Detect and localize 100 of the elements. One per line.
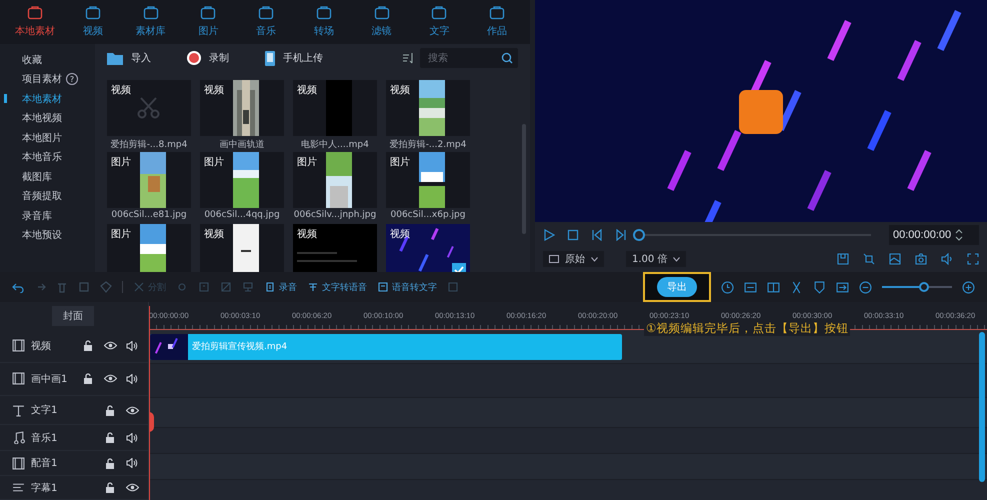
media-thumbnail[interactable]: 图片: [107, 152, 191, 208]
media-thumbnail[interactable]: 图片: [293, 152, 377, 208]
sidebar-item[interactable]: 音频提取: [22, 189, 62, 204]
search-icon[interactable]: [501, 52, 513, 64]
stop-icon[interactable]: [567, 229, 579, 241]
media-thumbnail[interactable]: 视频: [293, 80, 377, 136]
zoom-in-icon[interactable]: [962, 280, 975, 294]
lock-icon[interactable]: [105, 432, 115, 444]
play-icon[interactable]: [543, 229, 555, 241]
volume-icon[interactable]: [941, 253, 953, 265]
previous-frame-icon[interactable]: [591, 229, 603, 241]
nav-tab[interactable]: 音乐: [241, 0, 291, 44]
tab-icon: [489, 6, 505, 20]
media-thumbnail[interactable]: 视频: [386, 224, 470, 272]
media-type-label: 视频: [390, 84, 410, 97]
image-icon[interactable]: [889, 253, 901, 265]
file-name: 006cSil...x6p.jpg: [390, 210, 466, 220]
nav-tab[interactable]: 本地素材: [10, 0, 60, 44]
sidebar-item[interactable]: 项目素材: [22, 72, 62, 86]
clock-icon[interactable]: [721, 280, 734, 294]
media-thumbnail[interactable]: 视频: [293, 224, 377, 272]
eye-icon[interactable]: [104, 374, 116, 384]
nav-tab[interactable]: 视频: [68, 0, 118, 44]
toolbar-button[interactable]: 手机上传: [265, 50, 323, 66]
playhead-marker[interactable]: [149, 412, 154, 432]
nav-tab[interactable]: 图片: [183, 0, 234, 44]
shield-icon[interactable]: [813, 280, 826, 294]
search-field[interactable]: 搜索: [420, 48, 518, 68]
tool-icon: [176, 281, 188, 293]
media-thumbnail[interactable]: 图片: [107, 224, 191, 272]
toolbar-button[interactable]: 导入: [107, 51, 151, 65]
scrollbar[interactable]: [979, 332, 985, 482]
camera-icon[interactable]: [915, 253, 927, 265]
scissors-icon: [136, 95, 162, 121]
spinner-icon[interactable]: [955, 229, 964, 241]
sort-icon[interactable]: [402, 52, 414, 64]
nav-tab[interactable]: 素材库: [126, 0, 176, 44]
fullscreen-icon[interactable]: [967, 253, 979, 265]
media-thumbnail[interactable]: 视频: [200, 80, 284, 136]
track-name: 视频: [31, 340, 51, 353]
sidebar-item[interactable]: 本地图片: [22, 130, 62, 145]
record-icon: [187, 51, 201, 65]
annotation-text: ①视频编辑完毕后，点击【导出】按钮: [644, 321, 850, 336]
nav-tab[interactable]: 转场: [298, 0, 349, 44]
cross-icon[interactable]: [790, 280, 803, 294]
track-name: 文字1: [31, 404, 58, 418]
eye-icon[interactable]: [126, 406, 138, 415]
split-view-icon[interactable]: [767, 280, 780, 294]
lock-icon[interactable]: [83, 373, 93, 384]
sidebar-item[interactable]: 截图库: [22, 170, 52, 184]
time-field[interactable]: 00:00:00:00: [889, 225, 979, 245]
sidebar-item[interactable]: 本地音乐: [22, 150, 62, 164]
tab-icon: [431, 6, 448, 20]
tool-icon: [133, 281, 145, 293]
sidebar-item[interactable]: 本地素材: [22, 92, 62, 106]
sidebar-item[interactable]: 本地视频: [22, 111, 62, 126]
tool-icon: [377, 281, 389, 293]
zoom-frame-icon[interactable]: [863, 253, 875, 265]
eye-icon[interactable]: [126, 483, 138, 492]
sidebar-item[interactable]: 本地预设: [22, 228, 62, 242]
zoom-out-icon[interactable]: [859, 280, 872, 294]
tool-icon: [242, 281, 254, 293]
nav-tab[interactable]: 文字: [414, 0, 464, 44]
lock-icon[interactable]: [105, 458, 115, 469]
media-thumbnail[interactable]: 图片: [200, 152, 284, 208]
lock-icon[interactable]: [105, 404, 115, 416]
zoom-slider-handle[interactable]: [919, 282, 929, 292]
fit-icon[interactable]: [836, 280, 849, 294]
progress-handle[interactable]: [633, 229, 645, 241]
nav-tab[interactable]: 作品: [472, 0, 522, 44]
sidebar-item[interactable]: 录音库: [22, 208, 52, 223]
lock-icon[interactable]: [83, 340, 93, 352]
tool-icon: [220, 281, 232, 293]
cover-button[interactable]: 封面: [52, 306, 94, 326]
save-frame-icon[interactable]: [837, 253, 849, 265]
sidebar-item[interactable]: 收藏: [22, 52, 42, 67]
media-thumbnail[interactable]: 视频: [200, 224, 284, 272]
caret-icon: [673, 256, 680, 262]
media-thumbnail[interactable]: 图片: [386, 152, 470, 208]
eye-icon[interactable]: [104, 341, 116, 350]
help-icon[interactable]: ?: [66, 73, 78, 86]
track-name: 配音1: [31, 456, 58, 470]
next-frame-icon[interactable]: [615, 229, 627, 241]
track-type-icon: [12, 339, 25, 352]
speed-dropdown[interactable]: 1.00 倍: [626, 251, 686, 267]
ratio-dropdown[interactable]: 原始: [543, 251, 604, 267]
toolbar-button[interactable]: 录制: [187, 51, 229, 65]
toolbar-button[interactable]: 录音: [264, 280, 297, 294]
track-name: 字幕1: [31, 482, 58, 495]
toolbar-button[interactable]: 文字转语音: [307, 280, 367, 294]
lock-icon[interactable]: [105, 482, 115, 494]
screen-icon: [549, 255, 559, 263]
media-thumbnail[interactable]: 视频: [107, 80, 191, 136]
media-type-label: 图片: [297, 156, 317, 169]
toolbar-button[interactable]: 语音转文字: [377, 280, 437, 294]
media-thumbnail[interactable]: 视频: [386, 80, 470, 136]
nav-tab[interactable]: 滤镜: [356, 0, 406, 44]
tab-icon: [374, 6, 390, 20]
track-icon[interactable]: [744, 280, 757, 294]
undo-icon[interactable]: [12, 281, 24, 293]
